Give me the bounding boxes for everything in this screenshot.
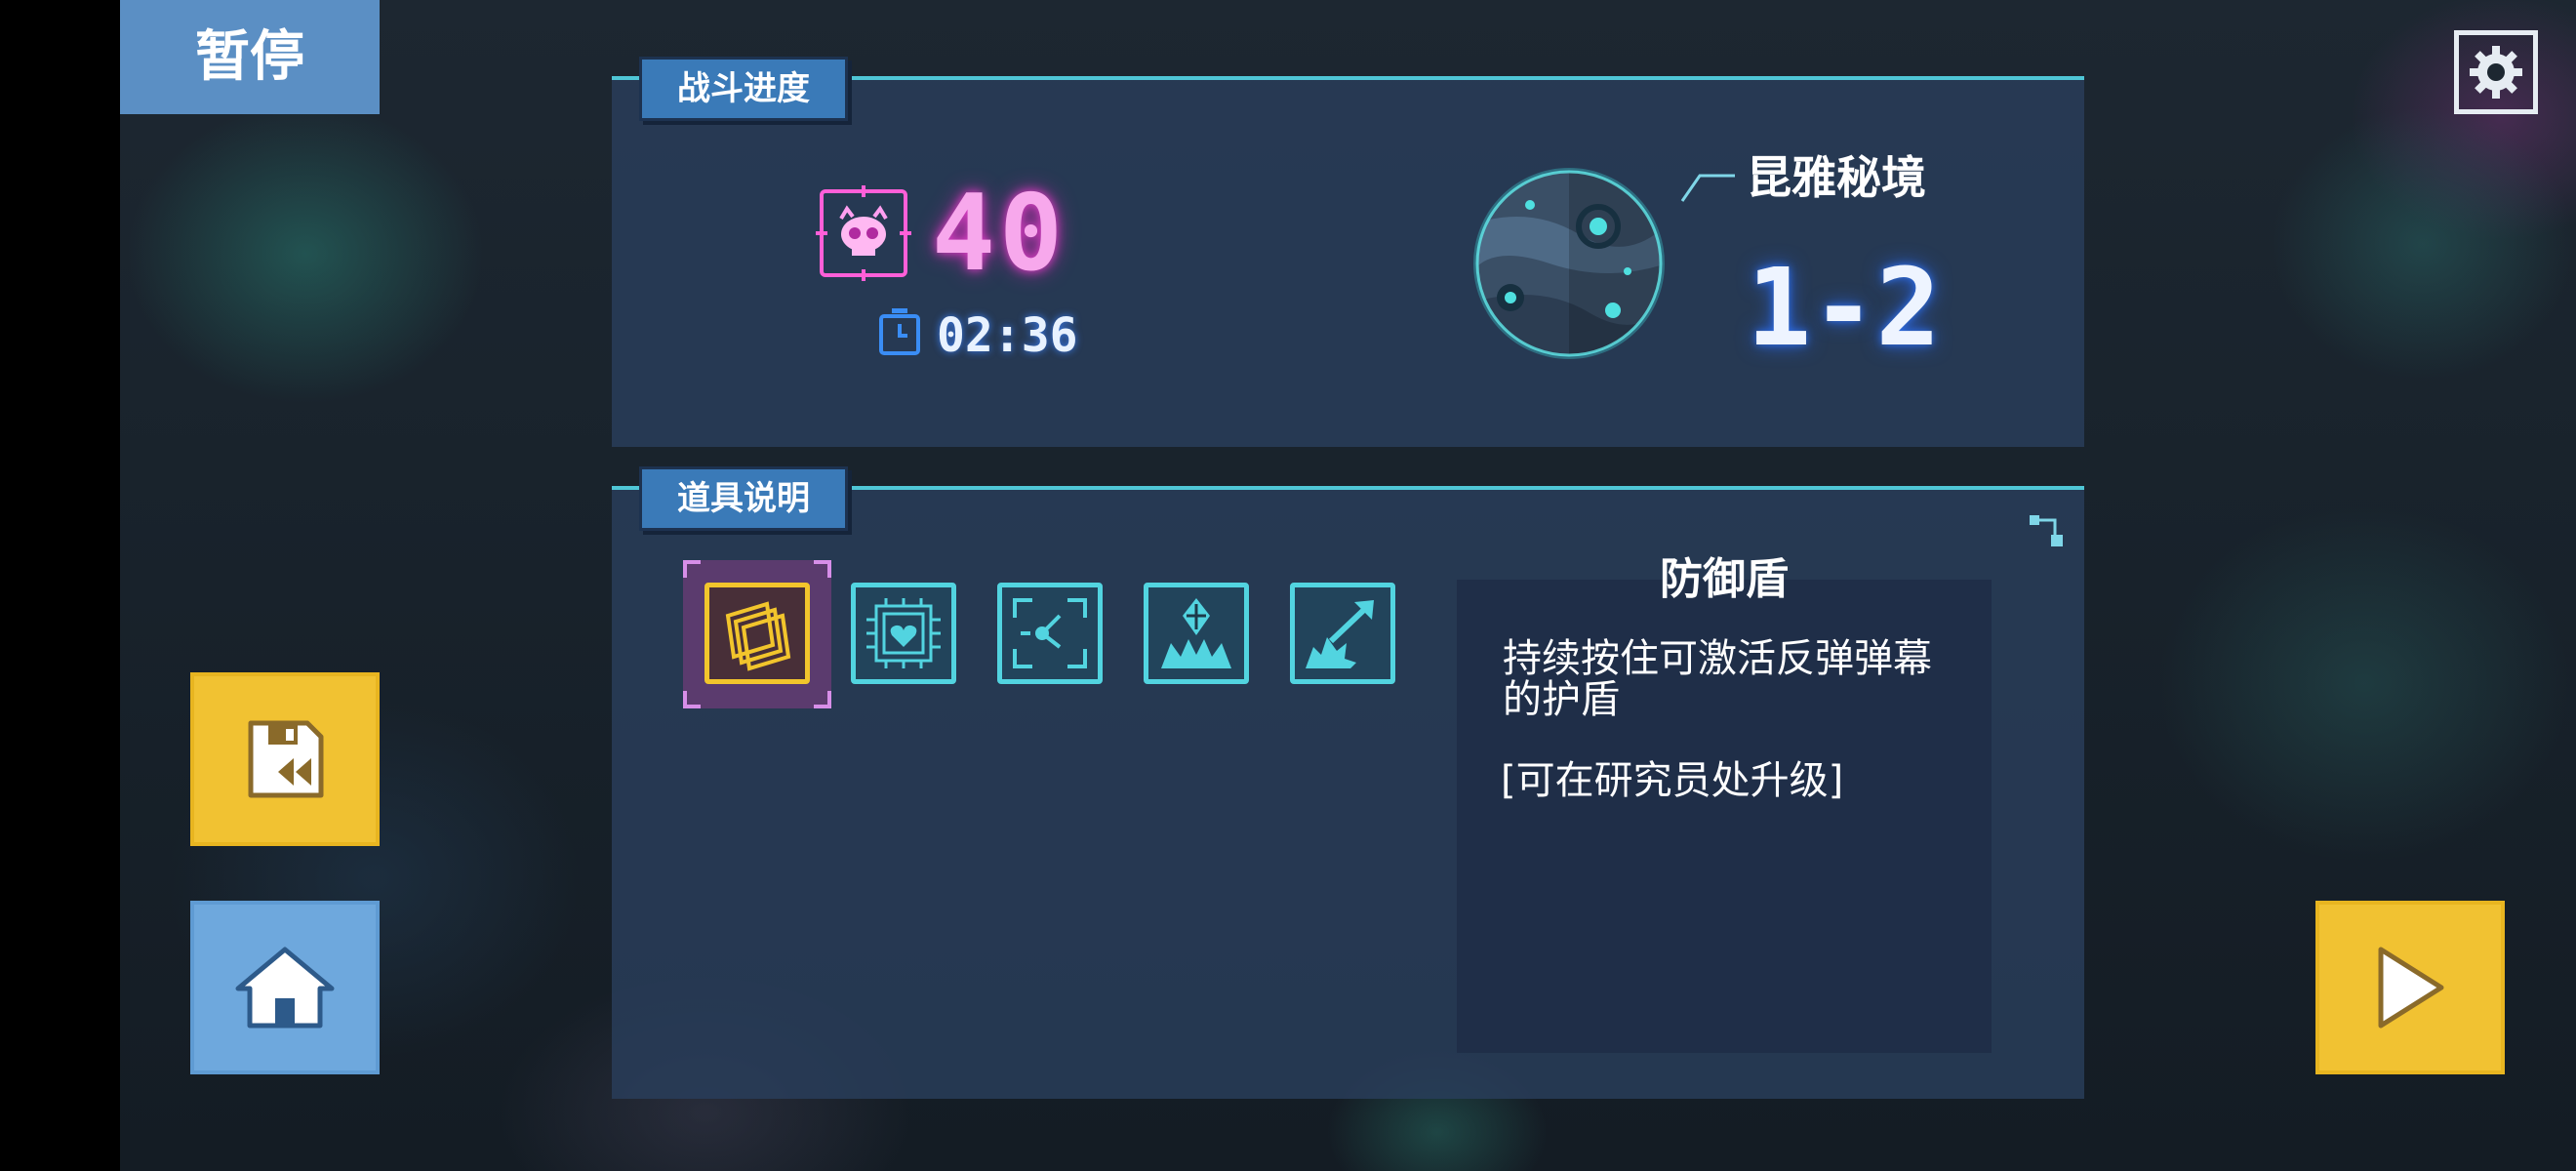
game-screen: 暂停 战斗进度 40 02:36 昆雅秘境 1-2 道具说明 防御盾 持续按住可… bbox=[0, 0, 2576, 1171]
arrow-burst-icon bbox=[1306, 600, 1374, 668]
shield-cards-icon bbox=[725, 601, 791, 671]
item-slot-target-node[interactable] bbox=[997, 583, 1103, 684]
stopwatch-icon bbox=[879, 308, 920, 355]
home-button[interactable] bbox=[190, 901, 380, 1074]
item-description: 持续按住可激活反弹弹幕的护盾 bbox=[1503, 636, 1932, 722]
battle-timer: 02:36 bbox=[937, 308, 1078, 363]
item-upgrade-note: [可在研究员处升级] bbox=[1501, 758, 1844, 803]
skull-icon bbox=[816, 185, 911, 281]
item-slot-arrow-burst[interactable] bbox=[1290, 583, 1395, 684]
home-icon bbox=[235, 947, 335, 1029]
play-icon bbox=[2378, 947, 2444, 1029]
target-node-icon bbox=[1013, 598, 1087, 668]
item-name: 防御盾 bbox=[1660, 554, 1789, 604]
items-tag: 道具说明 bbox=[639, 466, 848, 531]
battle-progress-tag: 战斗进度 bbox=[639, 57, 848, 121]
resume-button[interactable] bbox=[2315, 901, 2505, 1074]
item-slot-heart-chip[interactable] bbox=[851, 583, 956, 684]
planet-icon bbox=[1473, 168, 1665, 359]
item-slot-crystal-burst[interactable] bbox=[1144, 583, 1249, 684]
stage-number: 1-2 bbox=[1747, 245, 1941, 370]
item-slot-shield[interactable] bbox=[704, 583, 810, 684]
gear-icon bbox=[2470, 46, 2522, 99]
stage-pointer-line bbox=[1680, 174, 1735, 202]
crystal-burst-icon bbox=[1161, 598, 1231, 668]
save-rewind-icon bbox=[248, 720, 324, 798]
pause-title: 暂停 bbox=[120, 0, 380, 114]
stage-name: 昆雅秘境 bbox=[1747, 151, 1926, 204]
corner-connector-icon bbox=[2030, 515, 2063, 546]
heart-chip-icon bbox=[866, 598, 941, 668]
settings-button[interactable] bbox=[2454, 30, 2538, 114]
load-save-button[interactable] bbox=[190, 672, 380, 846]
kill-count: 40 bbox=[932, 173, 1067, 295]
